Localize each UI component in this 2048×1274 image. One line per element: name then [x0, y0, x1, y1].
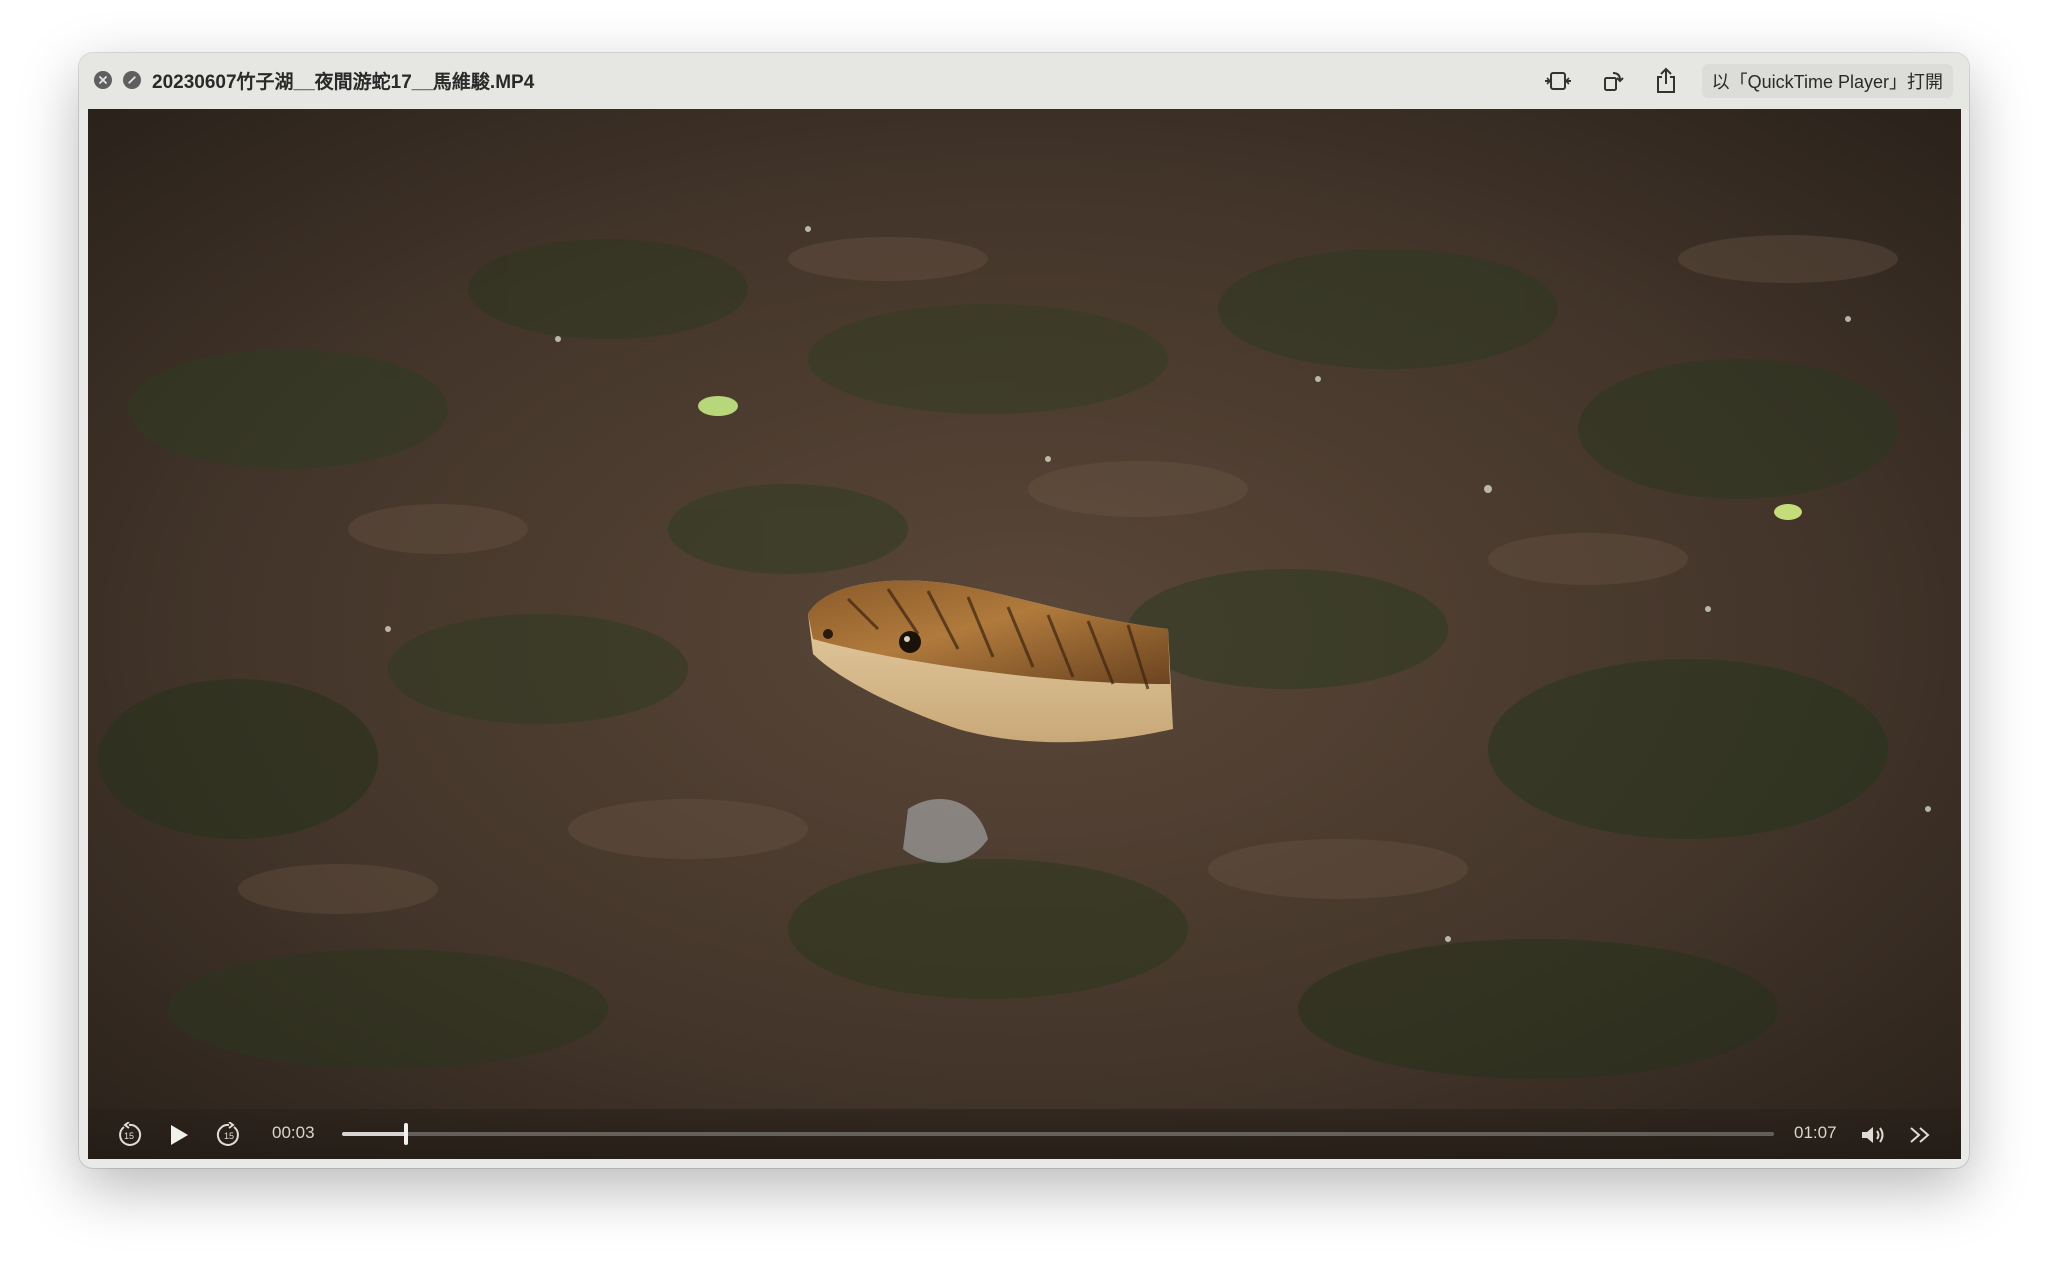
fullscreen-icon	[128, 76, 136, 84]
volume-button[interactable]	[1859, 1120, 1889, 1150]
rotate-icon	[1604, 72, 1624, 91]
close-button[interactable]	[94, 71, 112, 89]
video-frame[interactable]: 15 15 00:03 01:07	[88, 109, 1961, 1159]
quicklook-window: 20230607竹子湖__夜間游蛇17__馬維駿.MP4 以「QuickTime…	[79, 53, 1969, 1168]
share-button[interactable]	[1648, 65, 1684, 97]
progress-track[interactable]	[342, 1123, 1774, 1145]
share-icon	[1657, 67, 1675, 93]
skip-forward-15-icon: 15	[216, 1122, 239, 1146]
fullscreen-button[interactable]	[123, 71, 141, 89]
skip-forward-label: 15	[224, 1131, 234, 1141]
playback-controls: 15 15 00:03 01:07	[88, 1109, 1961, 1159]
trim-icon	[1545, 72, 1571, 90]
rotate-button[interactable]	[1595, 65, 1631, 97]
open-with-quicktime-button[interactable]: 以「QuickTime Player」打開	[1701, 64, 1953, 98]
title-bar: 20230607竹子湖__夜間游蛇17__馬維駿.MP4 以「QuickTime…	[79, 53, 1969, 109]
play-button[interactable]	[164, 1120, 194, 1150]
trim-button[interactable]	[1540, 65, 1576, 97]
skip-back-15-icon: 15	[119, 1122, 142, 1146]
skip-forward-button[interactable]: 15	[214, 1120, 244, 1150]
speaker-icon	[1862, 1127, 1884, 1143]
current-time: 00:03	[272, 1123, 315, 1142]
window-title: 20230607竹子湖__夜間游蛇17__馬維駿.MP4	[152, 72, 535, 93]
video-content-image	[88, 109, 1961, 1159]
progress-fill	[342, 1132, 406, 1136]
skip-back-label: 15	[124, 1131, 134, 1141]
duration: 01:07	[1794, 1123, 1837, 1142]
skip-back-button[interactable]: 15	[114, 1120, 144, 1150]
progress-scrubber[interactable]	[404, 1123, 408, 1145]
close-icon	[99, 76, 107, 84]
play-icon	[171, 1125, 188, 1145]
playback-speed-button[interactable]	[1905, 1120, 1935, 1150]
fast-forward-icon	[1910, 1127, 1930, 1143]
